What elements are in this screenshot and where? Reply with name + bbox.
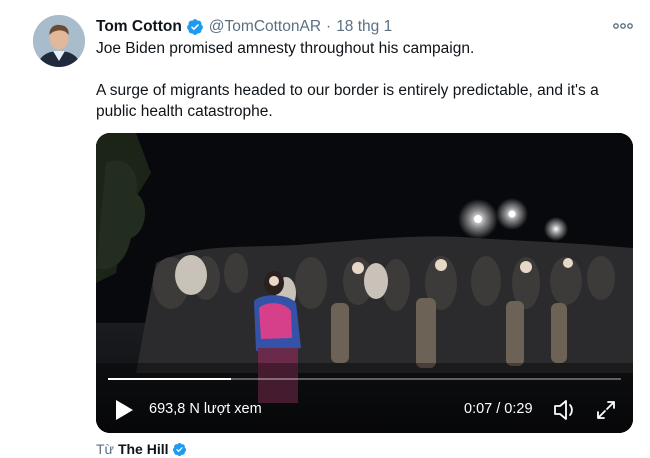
tweet-header: Tom Cotton @TomCottonAR · 18 thg 1 (96, 16, 392, 38)
video-player[interactable]: 693,8 N lượt xem 0:07 / 0:29 (96, 133, 633, 433)
video-progress-bar[interactable] (108, 378, 621, 380)
author-name[interactable]: Tom Cotton (96, 18, 182, 36)
avatar-photo (33, 15, 85, 67)
avatar[interactable] (33, 15, 85, 67)
volume-icon[interactable] (553, 399, 577, 421)
source-name[interactable]: The Hill (118, 441, 169, 457)
tweet-paragraph-2: A surge of migrants headed to our border… (96, 82, 599, 120)
fullscreen-icon[interactable] (595, 399, 617, 421)
video-frame (96, 133, 633, 433)
source-prefix: Từ (96, 441, 114, 457)
play-icon[interactable] (114, 399, 134, 421)
more-horizontal-icon (613, 23, 633, 29)
more-options-button[interactable] (612, 16, 634, 36)
tweet-timestamp[interactable]: 18 thg 1 (336, 18, 392, 36)
tweet-text: Joe Biden promised amnesty throughout hi… (96, 38, 626, 122)
header-separator: · (326, 18, 332, 35)
tweet-paragraph-1: Joe Biden promised amnesty throughout hi… (96, 40, 475, 57)
verified-badge-icon (186, 19, 203, 35)
verified-badge-icon (172, 442, 186, 456)
video-source-attribution: Từ The Hill (96, 441, 187, 457)
author-handle[interactable]: @TomCottonAR (209, 18, 321, 36)
video-controls: 693,8 N lượt xem 0:07 / 0:29 (96, 395, 633, 425)
video-time: 0:07 / 0:29 (464, 401, 533, 417)
video-progress-fill (108, 378, 232, 380)
view-count: 693,8 N lượt xem (149, 401, 262, 417)
